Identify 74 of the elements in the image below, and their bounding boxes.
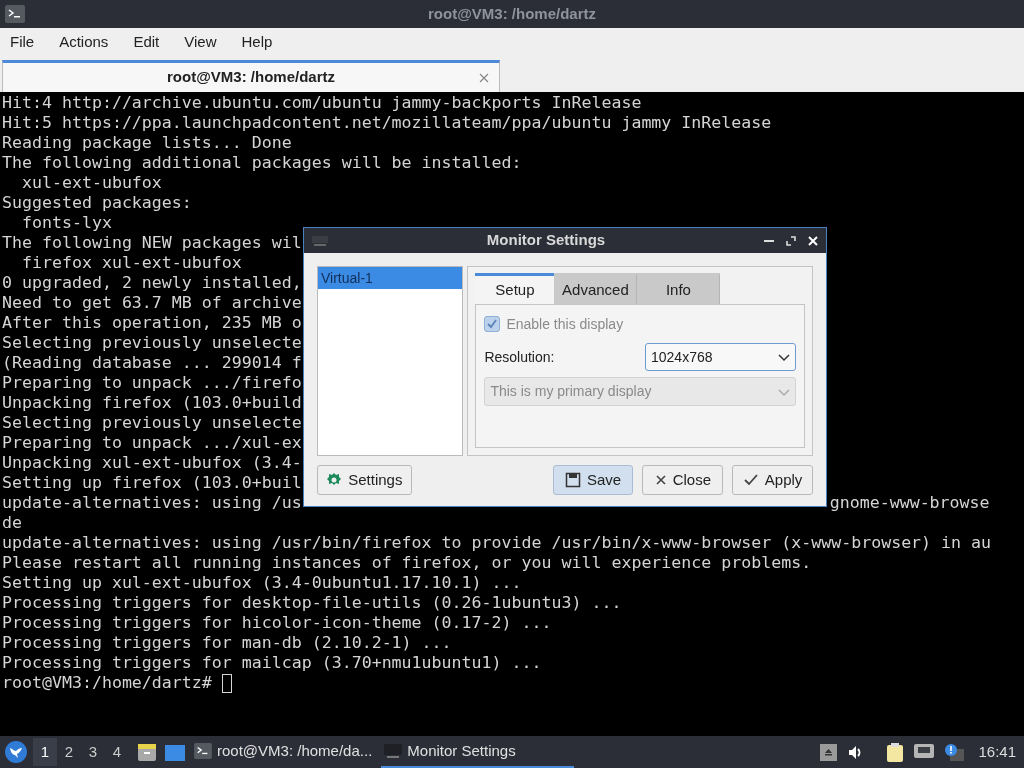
dialog-title: Monitor Settings xyxy=(485,230,607,251)
terminal-line: Setting up firefox (103.0+buil xyxy=(2,473,302,493)
workspace-button[interactable]: 4 xyxy=(105,738,129,766)
terminal-line: Need to get 63.7 MB of archive xyxy=(2,293,302,313)
text-cursor xyxy=(221,673,232,693)
terminal-prompt: root@VM3:/home/dartz# xyxy=(2,673,213,693)
terminal-line: gnome-www-browse xyxy=(829,493,990,513)
terminal-line: Selecting previously unselecte xyxy=(2,413,302,433)
terminal-line: Setting up xul-ext-ubufox (3.4-0ubuntu1.17.10.1) ... xyxy=(2,573,522,593)
terminal-line: Suggested packages: xyxy=(2,193,192,213)
workspace-button[interactable]: 1 xyxy=(33,738,57,766)
terminal-line: firefox xul-ext-ubufox xyxy=(20,253,242,273)
save-button[interactable]: Save xyxy=(552,465,634,495)
desktop-icon[interactable] xyxy=(165,743,185,761)
settings-button[interactable]: Settings xyxy=(317,465,412,495)
menu-item[interactable]: File xyxy=(10,30,35,54)
bird-logo-icon[interactable] xyxy=(5,741,27,763)
taskbar-button[interactable]: root@VM3: /home/da... xyxy=(191,736,376,768)
terminal-line: Unpacking firefox (103.0+build xyxy=(2,393,302,413)
clipboard-icon[interactable] xyxy=(886,742,905,762)
menu-item[interactable]: Actions xyxy=(59,30,109,54)
menu-item[interactable]: Help xyxy=(241,30,273,54)
terminal-icon xyxy=(194,743,212,759)
terminal-line: Processing triggers for hicolor-icon-theme (0.17-2) ... xyxy=(2,613,552,633)
taskbar-button[interactable]: Monitor Settings xyxy=(381,736,575,768)
terminal-icon xyxy=(5,5,25,23)
workspace-button[interactable]: 3 xyxy=(81,738,105,766)
gear-icon xyxy=(326,472,343,488)
workspace-button[interactable]: 2 xyxy=(57,738,81,766)
terminal-line: Preparing to unpack .../xul-ex xyxy=(2,433,302,453)
terminal-line: update-alternatives: using /usr/bin/firefox to provide /usr/bin/x-www-browser (x-www-browser) in au xyxy=(2,533,992,553)
terminal-line: Processing triggers for man-db (2.10.2-1) ... xyxy=(2,633,452,653)
apply-button[interactable]: Apply xyxy=(732,465,813,495)
terminal-line: xul-ext-ubufox xyxy=(20,173,162,193)
tab[interactable]: root@VM3: /home/dartz xyxy=(2,60,500,92)
terminal-line: 0 upgraded, 2 newly installed, xyxy=(2,273,302,293)
terminal-line: Processing triggers for mailcap (3.70+nmu1ubuntu1) ... xyxy=(2,653,542,673)
window-title: root@VM3: /home/dartz xyxy=(427,3,597,24)
terminal-line: de xyxy=(2,513,22,533)
terminal-line: Please restart all running instances of firefox, or you will experience problems. xyxy=(2,553,812,573)
terminal-line: (Reading database ... 299014 f xyxy=(2,353,302,373)
terminal-line: Processing triggers for desktop-file-utils (0.26-1ubuntu3) ... xyxy=(2,593,622,613)
terminal-line: fonts-lyx xyxy=(20,213,112,233)
close-icon xyxy=(654,474,667,486)
resolution-dropdown[interactable]: 1024x768 xyxy=(645,343,796,371)
tab[interactable]: Info xyxy=(637,273,721,304)
monitor-list-item[interactable]: Virtual-1 xyxy=(318,267,463,289)
terminal-line: Preparing to unpack .../firefo xyxy=(2,373,302,393)
terminal-line: update-alternatives: using /us xyxy=(2,493,302,513)
tab[interactable]: Advanced xyxy=(554,273,638,304)
resolution-label: Resolution: xyxy=(484,347,555,367)
terminal-line: The following NEW packages wil xyxy=(2,233,302,253)
menu-item[interactable]: View xyxy=(184,30,217,54)
monitor-icon xyxy=(312,235,328,246)
clock[interactable]: 16:41 xyxy=(978,740,1016,764)
terminal-line: Hit:5 https://ppa.launchpadcontent.net/mozillateam/ppa/ubuntu jammy InRelease xyxy=(2,113,772,133)
terminal-line: Hit:4 http://archive.ubuntu.com/ubuntu jammy-backports InRelease xyxy=(2,93,642,113)
network-icon[interactable] xyxy=(914,744,935,760)
file-cabinet-icon[interactable] xyxy=(137,742,157,762)
terminal-line: After this operation, 235 MB o xyxy=(2,313,302,333)
terminal-line: The following additional packages will be installed: xyxy=(2,153,522,173)
terminal-line: Unpacking xul-ext-ubufox (3.4- xyxy=(2,453,302,473)
checkmark-icon xyxy=(742,472,759,488)
close-button[interactable]: Close xyxy=(642,465,724,495)
eject-icon[interactable] xyxy=(820,743,838,761)
chevron-down-icon xyxy=(778,351,790,363)
checkmark-icon xyxy=(486,318,499,330)
menu-item[interactable]: Edit xyxy=(133,30,160,54)
maximize-icon[interactable] xyxy=(786,235,796,246)
monitor-icon xyxy=(384,744,403,758)
notification-icon[interactable] xyxy=(944,743,965,761)
terminal-line: Selecting previously unselecte xyxy=(2,333,302,353)
terminal-line: Reading package lists... Done xyxy=(2,133,292,153)
checkbox-label: Enable this display xyxy=(506,314,624,334)
